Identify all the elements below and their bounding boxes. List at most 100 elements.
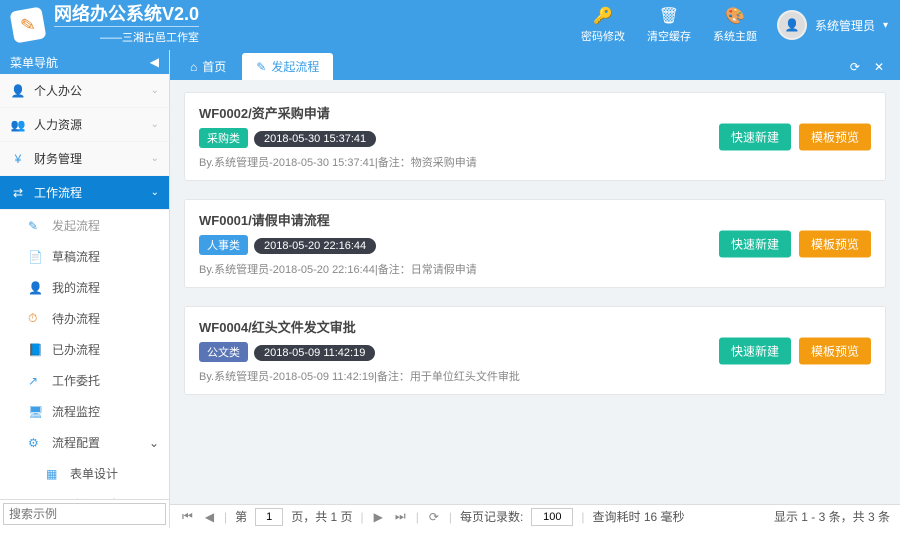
card-desc: By.系统管理员-2018-05-20 22:16:44|备注：日常请假申请 (199, 261, 871, 277)
card-title: WF0002/资产采购申请 (199, 103, 871, 122)
tool-icon: 🎨 (713, 6, 757, 26)
workflow-card-2: WF0004/红头文件发文审批公文类 2018-05-09 11:42:19 By.… (184, 306, 886, 395)
card-title: WF0001/请假申请流程 (199, 210, 871, 229)
sidebar-item-label: 流程监控 (52, 403, 100, 420)
collapse-icon[interactable]: ◀ (150, 55, 159, 69)
sidebar-item-label: 草稿流程 (52, 248, 100, 265)
card-title: WF0004/红头文件发文审批 (199, 317, 871, 336)
sidebar-item-2[interactable]: 👤 我的流程 (0, 272, 169, 303)
time-badge: 2018-05-30 15:37:41 (254, 131, 376, 147)
template-preview-button[interactable]: 模板预览 (799, 230, 871, 257)
tool-label: 密码修改 (581, 31, 625, 43)
sidebar-item-label: 已办流程 (52, 341, 100, 358)
pager-first[interactable]: ⏮ (180, 509, 195, 524)
sidebar-item-label: 发起流程 (52, 217, 100, 234)
tool-icon: 🗑 (647, 6, 691, 26)
header-tool-0[interactable]: 🔑 密码修改 (581, 6, 625, 44)
page-size-label: 每页记录数: (460, 508, 523, 525)
nav-icon: ↗ (28, 374, 44, 388)
app-logo: ✎ (9, 6, 46, 43)
sidebar-group-label: 工作流程 (34, 184, 82, 201)
app-title: 网络办公系统V2.0 (54, 5, 199, 23)
sidebar-item-6[interactable]: 🖥 流程监控 (0, 396, 169, 427)
sidebar-item-4[interactable]: 📘已办流程 (0, 334, 169, 365)
sidebar-item-label: 表单设计 (70, 465, 118, 482)
sidebar-item-label: 工作委托 (52, 372, 100, 389)
nav-icon: 📄 (28, 250, 44, 264)
header-tool-2[interactable]: 🎨 系统主题 (713, 6, 757, 44)
sidebar-config-item-0[interactable]: ▦ 表单设计 (18, 458, 169, 489)
page-number-input[interactable] (255, 508, 283, 526)
nav-icon: 🖥 (28, 405, 44, 419)
tool-icon: 🔑 (581, 6, 625, 26)
user-menu[interactable]: 👤 系统管理员 ▾ (777, 10, 888, 40)
chevron-down-icon: ⌄ (151, 187, 159, 198)
gear-icon: ⚙ (28, 436, 44, 450)
sidebar-header: 菜单导航 ◀ (0, 50, 169, 74)
sidebar-item-0[interactable]: ✎ 发起流程 (0, 210, 169, 241)
page-label-suffix: 页，共 1 页 (291, 508, 352, 525)
refresh-icon[interactable]: ⟳ (850, 60, 860, 74)
nav-icon: ⏱ (28, 311, 44, 326)
app-subtitle: ——三湘古邑工作室 (54, 26, 199, 45)
category-pill: 公文类 (199, 342, 248, 362)
tool-label: 清空缓存 (647, 31, 691, 43)
sidebar-item-1[interactable]: 📄 草稿流程 (0, 241, 169, 272)
query-time: 查询耗时 16 毫秒 (592, 508, 684, 525)
tab-label: 首页 (202, 58, 226, 75)
pager-refresh[interactable]: ⟳ (427, 510, 441, 524)
sidebar-group-1[interactable]: 👥 人力资源 ⌄ (0, 108, 169, 142)
shuffle-icon: ⇄ (10, 186, 26, 200)
user-name: 系统管理员 (815, 17, 875, 34)
nav-icon: 👤 (10, 84, 26, 98)
nav-icon: 👥 (10, 118, 26, 132)
template-preview-button[interactable]: 模板预览 (799, 123, 871, 150)
template-preview-button[interactable]: 模板预览 (799, 337, 871, 364)
nav-icon: 👤 (28, 281, 44, 295)
tab-0[interactable]: ⌂ 首页 (176, 53, 240, 80)
nav-icon: ✎ (28, 219, 44, 233)
card-desc: By.系统管理员-2018-05-30 15:37:41|备注：物资采购申请 (199, 154, 871, 170)
sidebar-group-0[interactable]: 👤 个人办公 ⌄ (0, 74, 169, 108)
pager-last[interactable]: ⏭ (393, 509, 408, 524)
category-pill: 人事类 (199, 235, 248, 255)
page-label-prefix: 第 (235, 508, 247, 525)
sidebar-group-label: 个人办公 (34, 82, 82, 99)
nav-icon: ¥ (10, 152, 26, 166)
card-desc: By.系统管理员-2018-05-09 11:42:19|备注：用于单位红头文件… (199, 368, 871, 384)
quick-create-button[interactable]: 快速新建 (719, 230, 791, 257)
quick-create-button[interactable]: 快速新建 (719, 337, 791, 364)
sidebar-item-label: 流程配置 (52, 434, 100, 451)
tool-label: 系统主题 (713, 31, 757, 43)
nav-icon: ▦ (46, 467, 62, 481)
close-icon[interactable]: ✕ (874, 60, 884, 74)
pager-prev[interactable]: ◀ (203, 510, 216, 524)
tab-1[interactable]: ✎ 发起流程 (242, 53, 333, 80)
header-tool-1[interactable]: 🗑 清空缓存 (647, 6, 691, 44)
workflow-card-1: WF0001/请假申请流程人事类 2018-05-20 22:16:44 By.系统… (184, 199, 886, 288)
sidebar-config-item-1[interactable]: ⇄流程设计 (18, 489, 169, 499)
time-badge: 2018-05-09 11:42:19 (254, 345, 375, 361)
sidebar-item-5[interactable]: ↗ 工作委托 (0, 365, 169, 396)
page-size-input[interactable] (531, 508, 573, 526)
chevron-down-icon: ⌄ (151, 119, 159, 130)
sidebar-search-input[interactable] (3, 503, 166, 525)
chevron-down-icon: ⌄ (151, 153, 159, 164)
chevron-down-icon: ⌄ (149, 436, 159, 450)
sidebar-group-workflow[interactable]: ⇄ 工作流程 ⌄ (0, 176, 169, 210)
avatar: 👤 (777, 10, 807, 40)
time-badge: 2018-05-20 22:16:44 (254, 238, 376, 254)
tab-icon: ⌂ (190, 60, 197, 74)
quick-create-button[interactable]: 快速新建 (719, 123, 791, 150)
sidebar-item-label: 我的流程 (52, 279, 100, 296)
chevron-down-icon: ⌄ (151, 85, 159, 96)
sidebar-group-2[interactable]: ¥ 财务管理 ⌄ (0, 142, 169, 176)
sidebar-item-process-config[interactable]: ⚙ 流程配置 ⌄ (0, 427, 169, 458)
sidebar-item-3[interactable]: ⏱待办流程 (0, 303, 169, 334)
sidebar-group-label: 财务管理 (34, 150, 82, 167)
tab-label: 发起流程 (271, 58, 319, 75)
pager-next[interactable]: ▶ (372, 510, 385, 524)
sidebar-group-label: 人力资源 (34, 116, 82, 133)
tab-icon: ✎ (256, 60, 266, 74)
category-pill: 采购类 (199, 128, 248, 148)
